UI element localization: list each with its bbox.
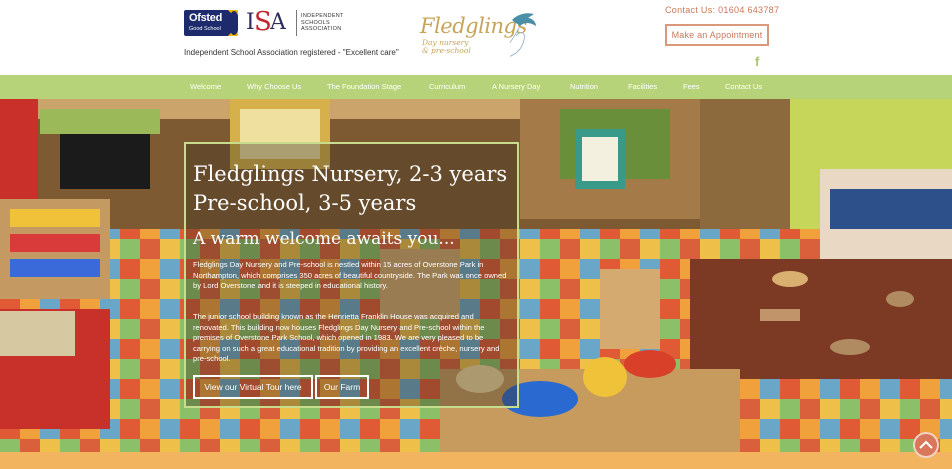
ofsted-word: Ofsted bbox=[189, 12, 223, 24]
main-nav: Welcome Why Choose Us The Foundation Sta… bbox=[0, 75, 952, 99]
page: Ofsted Good School I S A INDEPENDENT SCH… bbox=[0, 0, 952, 469]
nav-curriculum[interactable]: Curriculum bbox=[429, 75, 465, 99]
isa-registration-note: Independent School Association registere… bbox=[184, 48, 399, 57]
isa-monogram: I S A bbox=[246, 7, 292, 37]
isa-divider bbox=[296, 10, 297, 36]
swallow-icon bbox=[510, 13, 536, 57]
contact-phone[interactable]: Contact Us: 01604 643787 bbox=[665, 5, 779, 15]
ofsted-logo: Ofsted Good School bbox=[184, 10, 238, 36]
ofsted-grade: Good School bbox=[189, 26, 221, 32]
hero-title-line-1: Fledglings Nursery, 2-3 years bbox=[193, 162, 508, 186]
nav-why-choose-us[interactable]: Why Choose Us bbox=[247, 75, 301, 99]
footer-strip bbox=[0, 452, 952, 469]
nav-nursery-day[interactable]: A Nursery Day bbox=[492, 75, 540, 99]
nav-fees[interactable]: Fees bbox=[683, 75, 700, 99]
chevron-up-icon bbox=[919, 440, 933, 449]
nav-contact-us[interactable]: Contact Us bbox=[725, 75, 762, 99]
logo-subtitle-2: & pre-school bbox=[422, 46, 471, 55]
virtual-tour-button[interactable]: View our Virtual Tour here bbox=[193, 375, 313, 399]
hero-paragraph-2: The junior school building known as the … bbox=[193, 312, 500, 364]
fledglings-logo[interactable]: Fledglings Day nursery & pre-school bbox=[418, 10, 538, 62]
isa-logo: I S A INDEPENDENT SCHOOLS ASSOCIATION bbox=[246, 7, 344, 37]
isa-letter-a: A bbox=[270, 10, 286, 35]
hero-paragraph-1: Fledglings Day Nursery and Pre-school is… bbox=[193, 260, 507, 291]
accreditation-badges: Ofsted Good School I S A INDEPENDENT SCH… bbox=[184, 7, 344, 37]
hero-title: Fledglings Nursery, 2-3 years Pre-school… bbox=[193, 160, 523, 218]
isa-line-3: ASSOCIATION bbox=[301, 26, 342, 33]
hero-subtitle: A warm welcome awaits you... bbox=[193, 229, 455, 249]
isa-line-1: INDEPENDENT bbox=[301, 13, 344, 20]
nav-facilities[interactable]: Facilities bbox=[628, 75, 657, 99]
nav-welcome[interactable]: Welcome bbox=[190, 75, 221, 99]
scroll-to-top-button[interactable] bbox=[913, 432, 939, 458]
site-header: Ofsted Good School I S A INDEPENDENT SCH… bbox=[0, 0, 952, 75]
ofsted-arc-icon bbox=[224, 10, 238, 36]
our-farm-button[interactable]: Our Farm bbox=[315, 375, 369, 399]
facebook-icon[interactable]: f bbox=[755, 54, 759, 69]
isa-wordmark: INDEPENDENT SCHOOLS ASSOCIATION bbox=[301, 13, 344, 33]
nav-foundation-stage[interactable]: The Foundation Stage bbox=[327, 75, 401, 99]
hero-title-line-2: Pre-school, 3-5 years bbox=[193, 191, 417, 215]
nav-nutrition[interactable]: Nutrition bbox=[570, 75, 598, 99]
make-appointment-button[interactable]: Make an Appointment bbox=[665, 24, 769, 46]
